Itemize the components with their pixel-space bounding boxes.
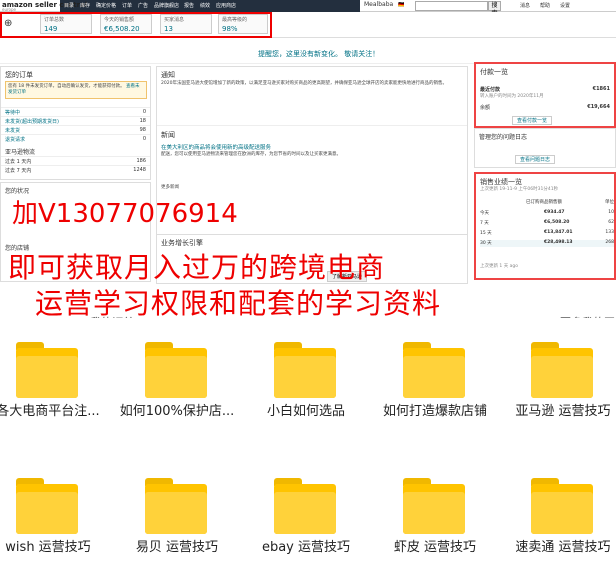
overlay-line-3: 运营学习权限和配套的学习资料 [35, 287, 442, 320]
nav-item[interactable]: 报告 [184, 2, 194, 9]
payment-note: 转入账户的时间为 2020年11月 [480, 94, 544, 99]
orders-alert: 您有 18 件未发货订单，自动后确认发货，才能获得付款。 查看未发货订单 [5, 81, 147, 99]
banner-text: 提醒您，这里没有新变化。 敬请关注！ [258, 50, 380, 58]
folder-label: 亚马逊 运营技巧 [515, 404, 611, 419]
overlay-line-2: 即可获取月入过万的跨境电商 [8, 251, 386, 284]
divider [157, 125, 467, 126]
help-link[interactable]: 帮助 [540, 2, 550, 9]
settings-link[interactable]: 设置 [560, 2, 570, 9]
sales-row: 15 天 €13,847.01 133 [480, 230, 614, 236]
folder-item[interactable]: 易贝 运营技巧 [129, 478, 225, 578]
notice-body: 2020年法国亚马逊大使馆增加了新的政策，以满足亚马逊买家对购买商品的更高期望，… [161, 81, 447, 86]
folder-item[interactable]: 虾皮 运营技巧 [387, 478, 483, 578]
folder-item[interactable]: ebay 运营技巧 [258, 478, 354, 578]
folder-item[interactable]: 速卖通 运营技巧 [515, 478, 611, 578]
folder-label: 速卖通 运营技巧 [515, 540, 611, 555]
nav-item[interactable]: 广告 [138, 2, 148, 9]
orders-panel: 您的订单 您有 18 件未发货订单，自动后确认发货，才能获得付款。 查看未发货订… [0, 66, 151, 180]
sales-row: 7 天 €6,508.20 62 [480, 220, 614, 226]
view-payments-link[interactable]: 查看付款一览 [512, 116, 553, 125]
sales-footer: 上次更新 1 天 ago [480, 264, 519, 269]
store-name[interactable]: Mealbaba [364, 1, 393, 8]
order-row[interactable]: 未发货 98 [1, 125, 150, 134]
order-row[interactable]: 未发货(超出预期发货日) 18 [1, 116, 150, 125]
folder-label: wish 运营技巧 [5, 540, 91, 555]
folder-label: 虾皮 运营技巧 [393, 540, 477, 555]
more-news-link[interactable]: 更多新闻 [161, 185, 179, 191]
highlight-box [0, 12, 272, 38]
nav-item[interactable]: 品牌旗舰店 [154, 2, 179, 9]
search-input[interactable] [415, 1, 488, 11]
problem-log-panel: 管理您的问题日志 查看问题日志 [474, 128, 616, 168]
latest-payment-label: 最近付款 [480, 87, 501, 93]
folder-item[interactable]: wish 运营技巧 [0, 478, 96, 578]
folder-item[interactable]: 如何打造爆款店铺 [383, 342, 487, 442]
fba-heading: 亚马逊物流 [5, 149, 36, 156]
folder-item[interactable]: 亚马逊 运营技巧 [515, 342, 611, 442]
news-title: 新闻 [161, 131, 175, 139]
payment-title: 付款一览 [480, 68, 508, 76]
sales-header: 已订购商品销售额 单位 [526, 200, 614, 205]
problem-log-link[interactable]: 查看问题日志 [515, 155, 556, 164]
payment-panel: 付款一览 最近付款 €1861 转入账户的时间为 2020年11月 余额 €19… [474, 62, 616, 128]
marketplace-select[interactable]: 🇩🇪 [398, 2, 404, 8]
nav-item[interactable]: 订单 [122, 2, 132, 9]
news-body: 配送，您可以使用亚马逊物流来管理您在欧洲的库存，为您节省的时间以及让买家更满意。 [161, 152, 341, 157]
folder-label: 各大电商平台注... [0, 404, 100, 419]
fba-row: 过去 7 天内 1248 [1, 165, 150, 174]
folder-item[interactable]: 如何100%保护店... [120, 342, 234, 442]
folder-item[interactable]: 各大电商平台注... [0, 342, 100, 442]
folder-label: 小白如何选品 [266, 404, 345, 419]
nav-item[interactable]: 库存 [80, 2, 90, 9]
nav-item[interactable]: 目录 [64, 2, 74, 9]
folder-label: 易贝 运营技巧 [135, 540, 219, 555]
sales-panel: 销售业绩一览 上次更新 19-11-9 上午06时31分41秒 已订购商品销售额… [474, 172, 616, 280]
sales-row: 30 天 €28,498.13 268 [480, 240, 614, 247]
folder-label: ebay 运营技巧 [261, 540, 351, 555]
sales-row: 今天 €934.47 10 [480, 210, 614, 216]
order-row[interactable]: 退货请求 0 [1, 134, 150, 143]
nav-item[interactable]: 确定价格 [96, 2, 116, 9]
folder-item[interactable]: 小白如何选品 [258, 342, 354, 442]
search-button[interactable]: 搜索 [488, 1, 501, 17]
folder-label: 如何100%保护店... [119, 404, 235, 419]
overlay-line-1: 加V13077076914 [12, 199, 238, 229]
balance-value: €19,664 [587, 104, 610, 110]
fba-row: 过去 1 天内 186 [1, 156, 150, 165]
nav-item[interactable]: 应用商店 [216, 2, 236, 9]
folder-grid: 各大电商平台注... 如何100%保护店... 小白如何选品 如何打造爆款店铺 … [0, 318, 616, 587]
latest-payment-value: €1861 [592, 86, 610, 92]
folder-label: 如何打造爆款店铺 [382, 404, 487, 419]
sales-updated: 上次更新 19-11-9 上午06时31分41秒 [480, 187, 559, 192]
news-link[interactable]: 在美大利区的商品将会使用新的高级配送服务 [161, 143, 271, 151]
balance-label: 余额 [480, 105, 491, 111]
nav-item[interactable]: 绩效 [200, 2, 210, 9]
problem-log-title: 管理您的问题日志 [479, 134, 528, 141]
messages-link[interactable]: 消息 [520, 2, 530, 9]
order-row[interactable]: 等待中 0 [1, 107, 150, 116]
